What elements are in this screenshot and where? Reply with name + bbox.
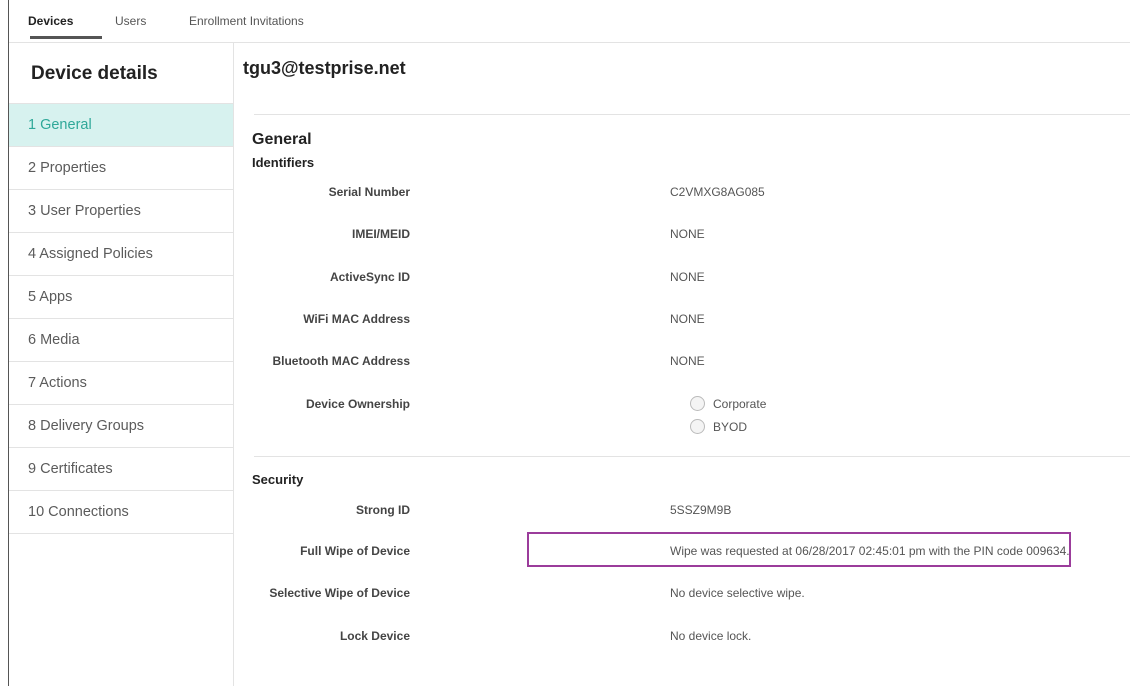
serial-number-label: Serial Number: [328, 185, 410, 199]
lock-device-value: No device lock.: [670, 629, 752, 643]
radio-button[interactable]: [690, 419, 705, 434]
selective-wipe-value: No device selective wipe.: [670, 586, 805, 600]
activesync-id-label: ActiveSync ID: [329, 270, 410, 284]
sidebar-item-user-properties[interactable]: 3 User Properties: [9, 190, 233, 233]
radio-label-corporate: Corporate: [713, 397, 767, 411]
imei-meid-label: IMEI/MEID: [351, 227, 410, 241]
sidebar-item-certificates[interactable]: 9 Certificates: [9, 448, 233, 491]
sidebar-item-media[interactable]: 6 Media: [9, 319, 233, 362]
bluetooth-mac-value: NONE: [670, 354, 705, 368]
security-heading: Security: [252, 472, 304, 487]
lock-device-label: Lock Device: [339, 629, 410, 643]
radio-button[interactable]: [690, 396, 705, 411]
tab-enrollment-invitations[interactable]: Enrollment Invitations: [189, 14, 304, 28]
sidebar-title: Device details: [31, 63, 158, 84]
device-user-email: tgu3@testprise.net: [243, 58, 406, 78]
active-tab-indicator: [30, 36, 102, 39]
full-wipe-label: Full Wipe of Device: [300, 544, 410, 558]
sidebar-nav: 1 General 2 Properties 3 User Properties…: [9, 103, 233, 534]
serial-number-value: C2VMXG8AG085: [670, 185, 765, 199]
top-tab-bar: Devices Users Enrollment Invitations: [9, 0, 1130, 43]
ownership-radio-byod[interactable]: BYOD: [690, 419, 747, 434]
identifiers-heading: Identifiers: [252, 155, 315, 170]
section-divider: [254, 456, 1130, 457]
sidebar-item-properties[interactable]: 2 Properties: [9, 147, 233, 190]
header-divider: [254, 114, 1130, 115]
device-details-sidebar: Device details 1 General 2 Properties 3 …: [9, 42, 234, 686]
sidebar-item-delivery-groups[interactable]: 8 Delivery Groups: [9, 405, 233, 448]
tab-users[interactable]: Users: [115, 14, 146, 28]
sidebar-item-general[interactable]: 1 General: [9, 104, 233, 147]
bluetooth-mac-label: Bluetooth MAC Address: [272, 354, 410, 368]
wifi-mac-value: NONE: [670, 312, 705, 326]
strong-id-label: Strong ID: [356, 503, 410, 517]
tab-devices[interactable]: Devices: [28, 14, 73, 28]
sidebar-item-apps[interactable]: 5 Apps: [9, 276, 233, 319]
section-title: General: [252, 131, 312, 148]
sidebar-item-connections[interactable]: 10 Connections: [9, 491, 233, 534]
sidebar-item-actions[interactable]: 7 Actions: [9, 362, 233, 405]
activesync-id-value: NONE: [670, 270, 705, 284]
sidebar-item-assigned-policies[interactable]: 4 Assigned Policies: [9, 233, 233, 276]
imei-meid-value: NONE: [670, 227, 705, 241]
wifi-mac-label: WiFi MAC Address: [303, 312, 410, 326]
radio-label-byod: BYOD: [713, 420, 748, 434]
device-ownership-label: Device Ownership: [305, 397, 410, 411]
selective-wipe-label: Selective Wipe of Device: [269, 586, 410, 600]
full-wipe-highlight-box: [527, 532, 1071, 567]
ownership-radio-corporate[interactable]: Corporate: [690, 396, 766, 411]
strong-id-value: 5SSZ9M9B: [670, 503, 732, 517]
device-general-panel: tgu3@testprise.net General Identifiers S…: [234, 42, 1130, 686]
